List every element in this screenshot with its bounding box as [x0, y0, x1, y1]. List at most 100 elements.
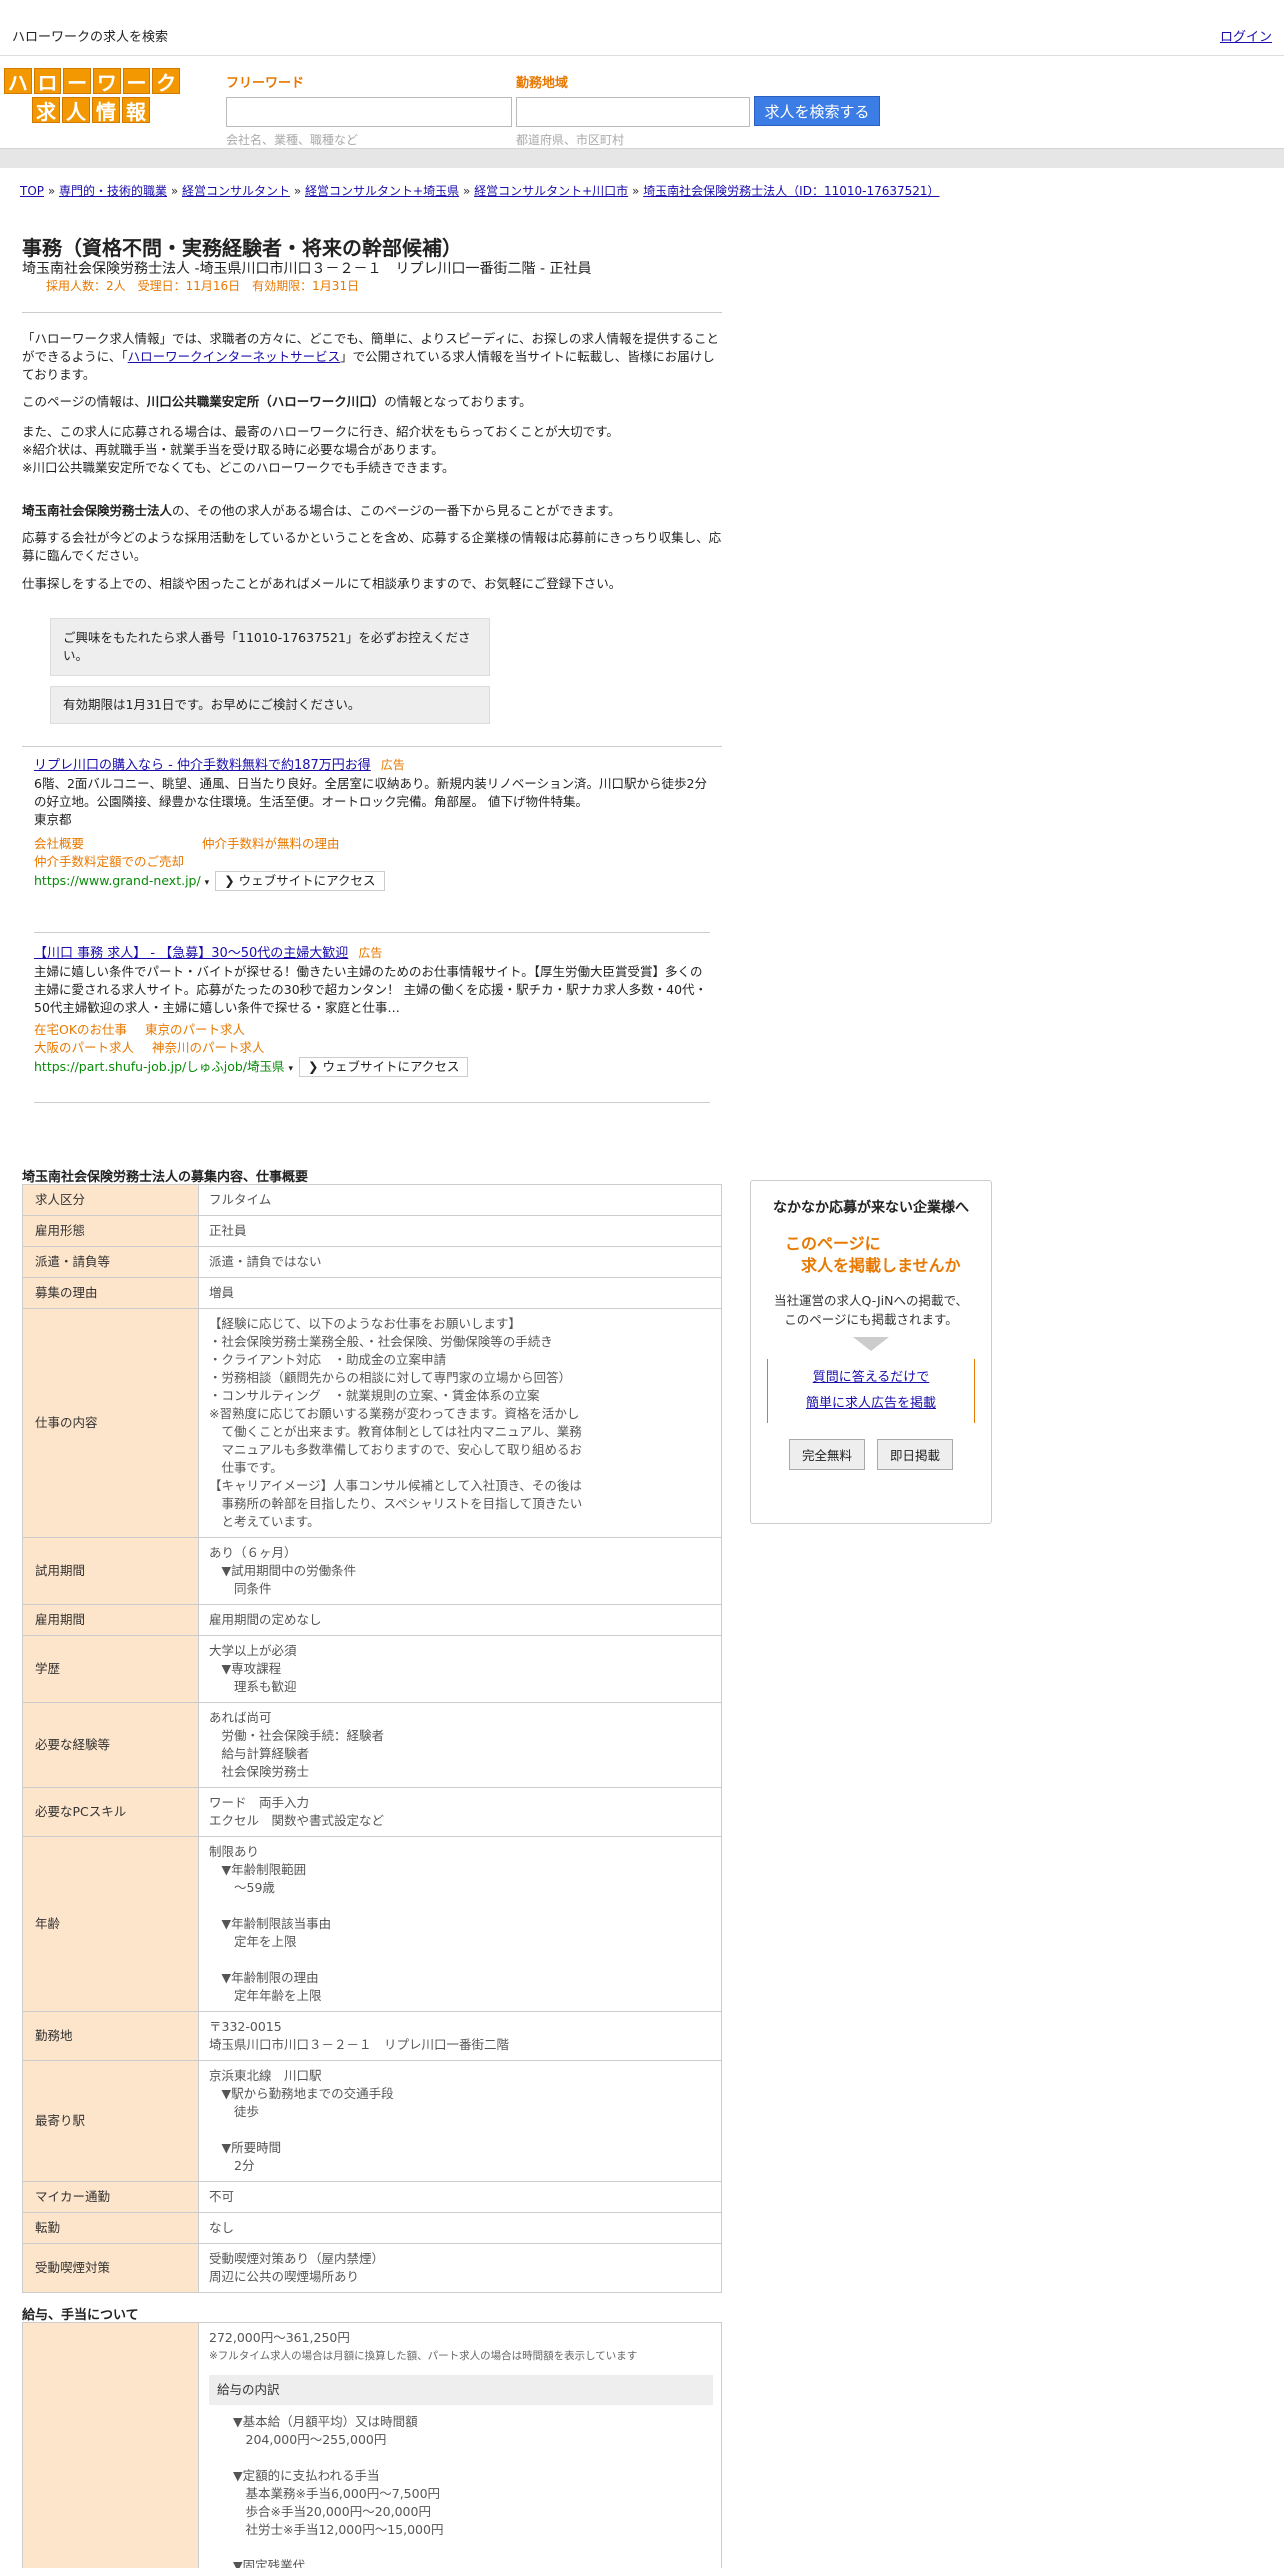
search-button[interactable]: 求人を検索する — [754, 96, 880, 126]
intro-paragraph: 「ハローワーク求人情報」では、求職者の方々に、どこでも、簡単に、よりスピーディに… — [22, 330, 722, 384]
row-label: 転勤 — [22, 2212, 199, 2244]
ad-sitelink[interactable]: 会社概要 — [34, 836, 84, 851]
source-paragraph: このページの情報は、川口公共職業安定所（ハローワーク川口）の情報となっております… — [22, 393, 722, 411]
salary-note: ※フルタイム求人の場合は月額に換算した額、パート求人の場合は時間額を表示していま… — [209, 2350, 638, 2362]
arrow-right-icon: ❯ — [308, 1059, 319, 1074]
panel-desc-line: このページにも掲載されます。 — [784, 1312, 958, 1327]
table-row: 募集の理由 増員 — [22, 1277, 722, 1309]
freeword-group: フリーワード 会社名、業種、職種など — [226, 72, 512, 148]
job-meta: 採用人数：2人 受理日：11月16日 有効期限：1月31日 — [46, 279, 360, 293]
ad-block: 【川口 事務 求人】 - 【急募】30～50代の主婦大歓迎 広告 主婦に嬉しい条件… — [34, 944, 710, 1078]
ad-badge: 広告 — [358, 946, 383, 960]
arrow-right-icon: ❯ — [224, 873, 235, 888]
panel-links: 質問に答えるだけで 簡単に求人広告を掲載 — [767, 1359, 975, 1423]
job-number-note: ご興味をもたれたら求人番号「11010-17637521」を必ずお控えください。 — [50, 618, 490, 676]
ad-sitelink[interactable]: 仲介手数料が無料の理由 — [202, 836, 340, 851]
ad-visit-button[interactable]: ❯ ウェブサイトにアクセス — [215, 871, 385, 891]
header-divider — [0, 148, 1284, 168]
panel-title: なかなか応募が来ない企業様へ — [773, 1200, 969, 1216]
ad-description: 6階、2面バルコニー、眺望、通風、日当たり良好。全居室に収納あり。新規内装リノベ… — [34, 776, 707, 809]
login-link[interactable]: ログイン — [1220, 26, 1272, 45]
salary-key-cell — [23, 2323, 199, 2568]
freeword-label: フリーワード — [226, 76, 305, 91]
deadline-note: 有効期限は1月31日です。お早めにご検討ください。 — [50, 686, 490, 724]
table-row: 雇用形態 正社員 — [22, 1215, 722, 1247]
table-row: マイカー通勤 不可 — [22, 2181, 722, 2213]
source-text: このページの情報は、 — [22, 394, 147, 409]
top-bar: ハローワークの求人を検索 ログイン — [0, 0, 1284, 56]
ad-title[interactable]: リプレ川口の購入なら - 仲介手数料無料で約187万円お得 — [34, 758, 371, 773]
table-row: 転勤 なし — [22, 2212, 722, 2244]
ad-visit-button[interactable]: ❯ ウェブサイトにアクセス — [299, 1057, 469, 1077]
logo-row-2: 求 人 情 報 — [4, 97, 180, 124]
hellowork-internet-link[interactable]: ハローワークインターネットサービス — [128, 349, 341, 364]
row-label: 受動喫煙対策 — [22, 2243, 199, 2293]
table-row: 試用期間 あり（６ヶ月） ▼試用期間中の労働条件 同条件 — [22, 1537, 722, 1605]
ad-sitelink[interactable]: 神奈川のパート求人 — [152, 1040, 265, 1055]
table-row: 仕事の内容 【経験に応じて、以下のようなお仕事をお願いします】 ・社会保険労務士業… — [22, 1308, 722, 1538]
section-heading: 給与、手当について — [22, 2308, 139, 2323]
employer-ad-panel: なかなか応募が来ない企業様へ このページに 求人を掲載しませんか 当社運営の求人… — [750, 1180, 992, 1524]
breadcrumb-sep: » — [170, 184, 179, 198]
panel-offer-line: このページに — [785, 1234, 881, 1253]
area-placeholder: 都道府県、市区町村 — [516, 133, 625, 147]
row-value: ワード 両手入力 エクセル 関数や書式設定など — [198, 1787, 722, 1837]
table-row: 雇用期間 雇用期間の定めなし — [22, 1604, 722, 1636]
row-value: あり（６ヶ月） ▼試用期間中の労働条件 同条件 — [198, 1537, 722, 1605]
row-label: マイカー通勤 — [22, 2181, 199, 2213]
logo-char: ワ — [93, 68, 121, 95]
logo-char: ク — [152, 68, 181, 95]
chevron-down-icon[interactable]: ▾ — [289, 1064, 294, 1074]
ad-badge: 広告 — [380, 758, 405, 772]
ad-sitelink[interactable]: 東京のパート求人 — [145, 1022, 245, 1037]
ad-sitelink[interactable]: 仲介手数料定額でのご売却 — [34, 854, 184, 869]
breadcrumb-job[interactable]: 経営コンサルタント — [182, 184, 290, 198]
logo-char: ロ — [33, 68, 62, 95]
freeword-input[interactable] — [226, 97, 512, 127]
breadcrumb-job-pref[interactable]: 経営コンサルタント+埼玉県 — [305, 184, 459, 198]
ad-sitelink[interactable]: 在宅OKのお仕事 — [34, 1022, 127, 1037]
ad-visit-label: ウェブサイトにアクセス — [238, 873, 376, 888]
panel-link[interactable]: 簡単に求人広告を掲載 — [806, 1396, 936, 1411]
breadcrumb-sep: » — [293, 184, 302, 198]
row-value: 派遣・請負ではない — [198, 1246, 722, 1278]
row-label: 雇用期間 — [22, 1604, 199, 1636]
row-value: 増員 — [198, 1277, 722, 1309]
apply-note: ※川口公共職業安定所でなくても、どこのハローワークでも手続きできます。 — [22, 460, 455, 475]
ad-url[interactable]: https://www.grand-next.jp/ — [34, 873, 201, 888]
free-button[interactable]: 完全無料 — [788, 1439, 865, 1470]
breadcrumb-job-city[interactable]: 経営コンサルタント+川口市 — [474, 184, 628, 198]
panel-link[interactable]: 質問に答えるだけで — [813, 1370, 930, 1385]
salary-range: 272,000円〜361,250円 — [209, 2330, 350, 2345]
source-office: 川口公共職業安定所（ハローワーク川口） — [146, 394, 385, 409]
row-value: 京浜東北線 川口駅 ▼駅から勤務地までの交通手段 徒歩 ▼所要時間 2分 — [198, 2060, 722, 2182]
apply-note: また、この求人に応募される場合は、最寄のハローワークに行き、紹介状をもらっておく… — [22, 424, 619, 439]
logo-char: 求 — [32, 97, 60, 124]
other-jobs-text: の、その他の求人がある場合は、このページの一番下から見ることができます。 — [172, 503, 621, 518]
ad-title[interactable]: 【川口 事務 求人】 - 【急募】30～50代の主婦大歓迎 — [34, 946, 348, 961]
breadcrumb-company[interactable]: 埼玉南社会保険労務士法人（ID：11010-17637521） — [643, 184, 939, 198]
freeword-placeholder: 会社名、業種、職種など — [226, 133, 359, 147]
ad-sitelink[interactable]: 大阪のパート求人 — [34, 1040, 134, 1055]
row-label: 試用期間 — [22, 1537, 199, 1605]
area-group: 勤務地域 都道府県、市区町村 — [516, 72, 750, 148]
divider — [22, 746, 722, 747]
divider — [22, 312, 722, 313]
row-label: 勤務地 — [22, 2011, 199, 2061]
hellowork-logo[interactable]: ハ ロ ー ワ ー ク 求 人 情 報 — [4, 68, 181, 124]
logo-char: ハ — [4, 68, 32, 95]
row-value: なし — [198, 2212, 722, 2244]
panel-desc-line: 当社運営の求人Q-JiNへの掲載で、 — [774, 1293, 968, 1308]
area-input[interactable] — [516, 97, 750, 127]
section-heading: 埼玉南社会保険労務士法人の募集内容、仕事概要 — [22, 1170, 309, 1185]
table-row: 最寄り駅 京浜東北線 川口駅 ▼駅から勤務地までの交通手段 徒歩 ▼所要時間 2分 — [22, 2060, 722, 2182]
other-jobs-note: 埼玉南社会保険労務士法人の、その他の求人がある場合は、このページの一番下から見る… — [22, 502, 722, 520]
chevron-down-icon[interactable]: ▾ — [205, 878, 210, 888]
breadcrumb-category[interactable]: 専門的・技術的職業 — [59, 184, 167, 198]
breadcrumb-top[interactable]: TOP — [20, 184, 44, 198]
ad-url[interactable]: https://part.shufu-job.jp/しゅふjob/埼玉県 — [34, 1059, 285, 1074]
breadcrumb: TOP » 専門的・技術的職業 » 経営コンサルタント » 経営コンサルタント+… — [20, 182, 940, 199]
job-subtitle: 埼玉南社会保険労務士法人 -埼玉県川口市川口３－２－１ リプレ川口一番街二階 -… — [22, 261, 592, 277]
company-name: 埼玉南社会保険労務士法人 — [22, 503, 173, 518]
same-day-button[interactable]: 即日掲載 — [877, 1439, 954, 1470]
